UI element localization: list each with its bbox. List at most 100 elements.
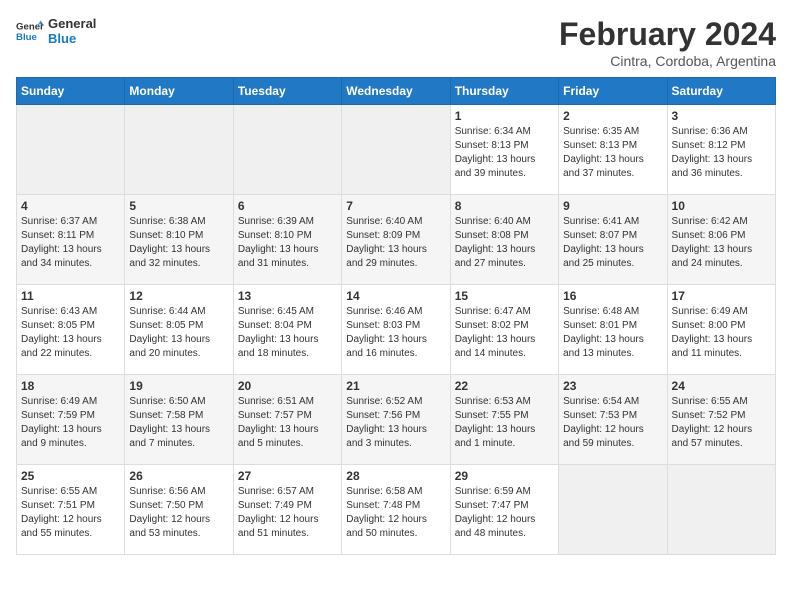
calendar-cell: 23 Sunrise: 6:54 AMSunset: 7:53 PMDayligh… [559,375,667,465]
weekday-header-tuesday: Tuesday [233,78,341,105]
weekday-header-thursday: Thursday [450,78,558,105]
day-info: Sunrise: 6:54 AMSunset: 7:53 PMDaylight:… [563,395,662,451]
calendar-cell: 14 Sunrise: 6:46 AMSunset: 8:03 PMDayligh… [342,285,450,375]
calendar-cell [125,105,233,195]
day-number: 18 [21,379,120,393]
day-info: Sunrise: 6:43 AMSunset: 8:05 PMDaylight:… [21,305,120,361]
day-info: Sunrise: 6:39 AMSunset: 8:10 PMDaylight:… [238,215,337,271]
day-info: Sunrise: 6:59 AMSunset: 7:47 PMDaylight:… [455,485,554,541]
day-info: Sunrise: 6:56 AMSunset: 7:50 PMDaylight:… [129,485,228,541]
day-number: 8 [455,199,554,213]
day-number: 10 [672,199,771,213]
day-number: 5 [129,199,228,213]
day-number: 3 [672,109,771,123]
day-number: 25 [21,469,120,483]
calendar-cell: 24 Sunrise: 6:55 AMSunset: 7:52 PMDayligh… [667,375,775,465]
calendar-cell: 15Sunrise: 6:47 AMSunset: 8:02 PMDayligh… [450,285,558,375]
calendar-week-row: 18 Sunrise: 6:49 AMSunset: 7:59 PMDayligh… [17,375,776,465]
calendar-cell: 4 Sunrise: 6:37 AMSunset: 8:11 PMDaylight… [17,195,125,285]
weekday-header-monday: Monday [125,78,233,105]
logo-blue-text: Blue [48,31,96,46]
day-number: 29 [455,469,554,483]
calendar-cell: 5 Sunrise: 6:38 AMSunset: 8:10 PMDaylight… [125,195,233,285]
calendar-cell: 16Sunrise: 6:48 AMSunset: 8:01 PMDayligh… [559,285,667,375]
calendar-cell: 26 Sunrise: 6:56 AMSunset: 7:50 PMDayligh… [125,465,233,555]
day-number: 7 [346,199,445,213]
logo-general-text: General [48,16,96,31]
day-number: 2 [563,109,662,123]
day-info: Sunrise: 6:40 AMSunset: 8:09 PMDaylight:… [346,215,445,271]
day-number: 19 [129,379,228,393]
day-number: 22 [455,379,554,393]
day-info: Sunrise: 6:40 AMSunset: 8:08 PMDaylight:… [455,215,554,271]
day-info: Sunrise: 6:46 AMSunset: 8:03 PMDaylight:… [346,305,445,361]
logo-icon: General Blue [16,17,44,45]
weekday-header-saturday: Saturday [667,78,775,105]
calendar-cell [17,105,125,195]
day-info: Sunrise: 6:49 AMSunset: 8:00 PMDaylight:… [672,305,771,361]
weekday-header-wednesday: Wednesday [342,78,450,105]
day-info: Sunrise: 6:34 AMSunset: 8:13 PMDaylight:… [455,125,554,181]
calendar-cell: 17 Sunrise: 6:49 AMSunset: 8:00 PMDayligh… [667,285,775,375]
day-info: Sunrise: 6:52 AMSunset: 7:56 PMDaylight:… [346,395,445,451]
month-year-title: February 2024 [559,16,776,53]
day-info: Sunrise: 6:37 AMSunset: 8:11 PMDaylight:… [21,215,120,271]
calendar-cell: 6 Sunrise: 6:39 AMSunset: 8:10 PMDaylight… [233,195,341,285]
title-block: February 2024 Cintra, Cordoba, Argentina [559,16,776,69]
calendar-week-row: 11 Sunrise: 6:43 AMSunset: 8:05 PMDayligh… [17,285,776,375]
calendar-cell: 13Sunrise: 6:45 AMSunset: 8:04 PMDayligh… [233,285,341,375]
calendar-cell: 27 Sunrise: 6:57 AMSunset: 7:49 PMDayligh… [233,465,341,555]
day-number: 4 [21,199,120,213]
day-info: Sunrise: 6:55 AMSunset: 7:52 PMDaylight:… [672,395,771,451]
day-info: Sunrise: 6:57 AMSunset: 7:49 PMDaylight:… [238,485,337,541]
day-info: Sunrise: 6:53 AMSunset: 7:55 PMDaylight:… [455,395,554,451]
day-info: Sunrise: 6:41 AMSunset: 8:07 PMDaylight:… [563,215,662,271]
calendar-table: SundayMondayTuesdayWednesdayThursdayFrid… [16,77,776,555]
day-number: 14 [346,289,445,303]
day-info: Sunrise: 6:35 AMSunset: 8:13 PMDaylight:… [563,125,662,181]
calendar-cell: 29 Sunrise: 6:59 AMSunset: 7:47 PMDayligh… [450,465,558,555]
day-number: 27 [238,469,337,483]
weekday-header-friday: Friday [559,78,667,105]
calendar-cell: 18 Sunrise: 6:49 AMSunset: 7:59 PMDayligh… [17,375,125,465]
calendar-cell: 8 Sunrise: 6:40 AMSunset: 8:08 PMDaylight… [450,195,558,285]
weekday-header-sunday: Sunday [17,78,125,105]
day-number: 20 [238,379,337,393]
day-number: 26 [129,469,228,483]
day-number: 12 [129,289,228,303]
location-subtitle: Cintra, Cordoba, Argentina [559,53,776,69]
calendar-cell: 28 Sunrise: 6:58 AMSunset: 7:48 PMDayligh… [342,465,450,555]
day-number: 9 [563,199,662,213]
day-info: Sunrise: 6:38 AMSunset: 8:10 PMDaylight:… [129,215,228,271]
day-number: 1 [455,109,554,123]
day-info: Sunrise: 6:50 AMSunset: 7:58 PMDaylight:… [129,395,228,451]
calendar-cell: 1 Sunrise: 6:34 AMSunset: 8:13 PMDaylight… [450,105,558,195]
day-number: 13 [238,289,337,303]
calendar-cell: 2 Sunrise: 6:35 AMSunset: 8:13 PMDaylight… [559,105,667,195]
day-number: 23 [563,379,662,393]
day-info: Sunrise: 6:42 AMSunset: 8:06 PMDaylight:… [672,215,771,271]
day-number: 24 [672,379,771,393]
day-info: Sunrise: 6:58 AMSunset: 7:48 PMDaylight:… [346,485,445,541]
logo: General Blue General Blue [16,16,96,46]
day-number: 6 [238,199,337,213]
calendar-cell [342,105,450,195]
day-number: 28 [346,469,445,483]
day-info: Sunrise: 6:55 AMSunset: 7:51 PMDaylight:… [21,485,120,541]
page-header: General Blue General Blue February 2024 … [16,16,776,69]
calendar-cell: 9 Sunrise: 6:41 AMSunset: 8:07 PMDaylight… [559,195,667,285]
day-number: 16 [563,289,662,303]
calendar-cell: 22 Sunrise: 6:53 AMSunset: 7:55 PMDayligh… [450,375,558,465]
day-number: 15 [455,289,554,303]
calendar-cell: 19 Sunrise: 6:50 AMSunset: 7:58 PMDayligh… [125,375,233,465]
day-number: 21 [346,379,445,393]
day-number: 17 [672,289,771,303]
calendar-cell: 21 Sunrise: 6:52 AMSunset: 7:56 PMDayligh… [342,375,450,465]
calendar-cell: 20Sunrise: 6:51 AMSunset: 7:57 PMDayligh… [233,375,341,465]
svg-text:Blue: Blue [16,32,37,43]
calendar-cell: 10 Sunrise: 6:42 AMSunset: 8:06 PMDayligh… [667,195,775,285]
calendar-cell: 7 Sunrise: 6:40 AMSunset: 8:09 PMDaylight… [342,195,450,285]
calendar-cell [233,105,341,195]
day-info: Sunrise: 6:49 AMSunset: 7:59 PMDaylight:… [21,395,120,451]
day-number: 11 [21,289,120,303]
